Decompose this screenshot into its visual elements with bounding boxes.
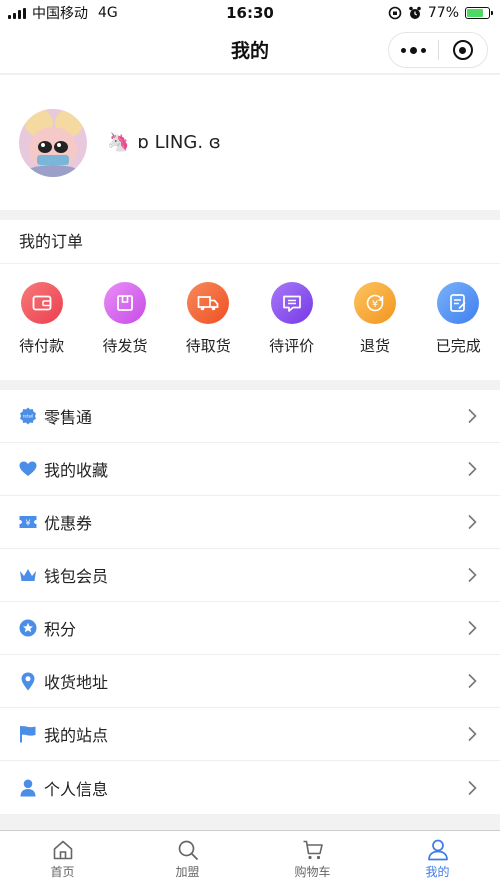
menu-label: 钱包会员 <box>44 567 109 586</box>
wallet-icon <box>20 282 63 324</box>
order-pending-review[interactable]: 待评价 <box>252 282 332 356</box>
chevron-right-icon <box>464 408 480 424</box>
nav-bar: 我的 <box>0 26 500 74</box>
crown-icon <box>19 566 37 584</box>
menu-label: 我的站点 <box>44 726 109 745</box>
network-label: 4G <box>98 5 118 21</box>
order-pending-payment[interactable]: 待付款 <box>2 282 82 356</box>
done-icon <box>437 282 480 324</box>
chevron-right-icon <box>464 673 480 689</box>
tab-label: 我的 <box>425 865 450 879</box>
order-pending-shipment[interactable]: 待发货 <box>85 282 165 356</box>
order-label: 退货 <box>359 337 390 355</box>
menu-item-wallet-member[interactable]: 钱包会员 <box>0 549 500 602</box>
menu-label: 我的收藏 <box>44 461 109 480</box>
tab-label: 加盟 <box>175 865 200 879</box>
more-button[interactable] <box>389 46 438 54</box>
retail-icon: retail <box>19 407 37 425</box>
chevron-right-icon <box>464 461 480 477</box>
order-pending-pickup[interactable]: 待取货 <box>168 282 248 356</box>
svg-text:¥: ¥ <box>25 519 30 528</box>
location-icon <box>19 672 37 690</box>
profile-card[interactable]: 🦄 ɒ LING. ɞ <box>0 75 500 210</box>
tab-label: 首页 <box>50 865 75 879</box>
tab-mine[interactable]: 我的 <box>375 831 500 888</box>
profile-nickname: ɒ LING. ɞ <box>137 132 221 153</box>
chevron-right-icon <box>464 726 480 742</box>
profile-emoji: 🦄 <box>107 132 130 153</box>
tab-cart[interactable]: 购物车 <box>250 831 375 888</box>
order-label: 待取货 <box>185 337 231 355</box>
menu-list: retail 零售通 我的收藏 ¥ 优惠券 钱包会员 积分 收货地址 我的站点 … <box>0 390 500 814</box>
signal-icon <box>8 7 26 19</box>
flag-icon <box>19 725 37 743</box>
heart-icon <box>19 460 37 478</box>
truck-icon <box>187 282 230 324</box>
star-icon <box>19 619 37 637</box>
clock: 16:30 <box>226 4 274 22</box>
menu-label: 收货地址 <box>44 673 109 692</box>
menu-item-my-site[interactable]: 我的站点 <box>0 708 500 761</box>
rotation-lock-icon <box>388 6 402 20</box>
orders-title: 我的订单 <box>0 220 500 264</box>
battery-icon <box>465 7 493 19</box>
tab-label: 购物车 <box>294 865 331 879</box>
svg-text:retail: retail <box>23 414 33 419</box>
order-label: 待评价 <box>269 337 315 355</box>
tab-bar: 首页 加盟 购物车 我的 <box>0 830 500 888</box>
order-completed[interactable]: 已完成 <box>418 282 498 356</box>
menu-label: 零售通 <box>44 408 93 427</box>
order-label: 待发货 <box>102 337 148 355</box>
close-mini-program-button[interactable] <box>439 40 488 60</box>
status-bar: 中国移动 4G 16:30 77% <box>0 0 500 26</box>
carrier-label: 中国移动 <box>32 6 88 22</box>
mini-program-capsule <box>388 32 488 68</box>
order-label: 已完成 <box>435 337 481 355</box>
chevron-right-icon <box>464 514 480 530</box>
orders-section: 我的订单 待付款 待发货 待取货 待评价 ¥ 退货 已完成 <box>0 220 500 380</box>
person-icon <box>19 779 37 797</box>
target-icon <box>452 40 473 60</box>
menu-item-coupons[interactable]: ¥ 优惠券 <box>0 496 500 549</box>
menu-item-favorites[interactable]: 我的收藏 <box>0 443 500 496</box>
tab-join[interactable]: 加盟 <box>125 831 250 888</box>
menu-item-points[interactable]: 积分 <box>0 602 500 655</box>
menu-label: 优惠券 <box>44 514 93 533</box>
order-label: 待付款 <box>19 337 65 355</box>
cart-icon <box>303 840 323 860</box>
tab-home[interactable]: 首页 <box>0 831 125 888</box>
svg-text:¥: ¥ <box>372 299 378 310</box>
alarm-icon <box>409 6 421 19</box>
menu-label: 个人信息 <box>44 779 109 799</box>
menu-item-address[interactable]: 收货地址 <box>0 655 500 708</box>
menu-item-personal-info[interactable]: 个人信息 <box>0 761 500 814</box>
battery-percent: 77% <box>427 5 459 21</box>
menu-label: 积分 <box>44 620 77 639</box>
order-refund[interactable]: ¥ 退货 <box>335 282 415 356</box>
package-icon <box>103 282 146 324</box>
search-icon <box>178 840 198 860</box>
refund-icon: ¥ <box>353 282 396 324</box>
chevron-right-icon <box>464 567 480 583</box>
user-icon <box>427 839 448 861</box>
coupon-icon: ¥ <box>19 513 37 531</box>
avatar[interactable] <box>19 108 87 177</box>
home-icon <box>53 840 72 860</box>
chevron-right-icon <box>464 780 480 796</box>
comment-icon <box>270 282 313 324</box>
chevron-right-icon <box>464 620 480 636</box>
page-title: 我的 <box>230 40 269 62</box>
menu-item-retail[interactable]: retail 零售通 <box>0 390 500 443</box>
